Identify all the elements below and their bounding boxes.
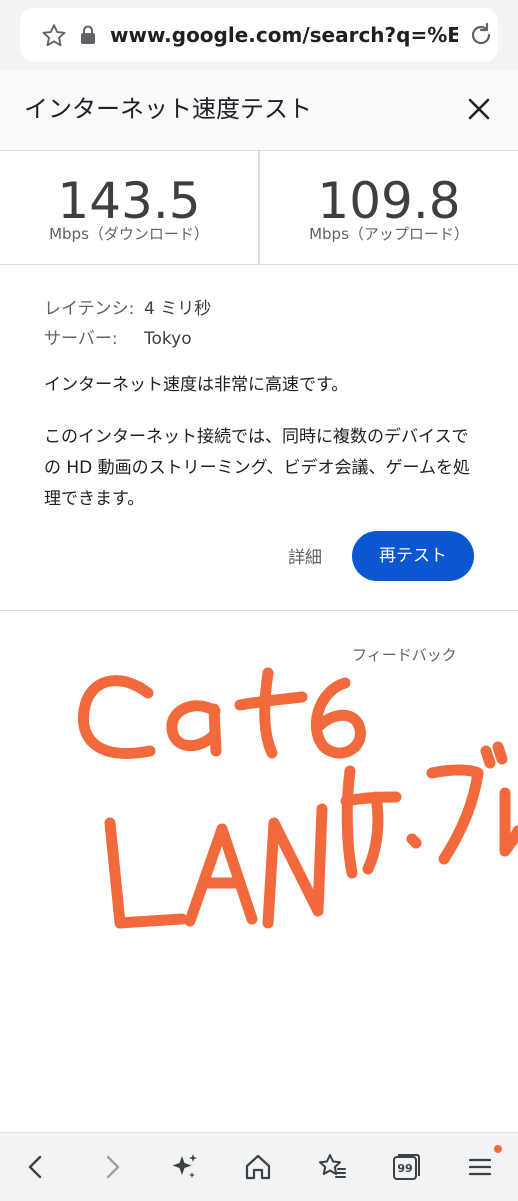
lock-icon xyxy=(81,25,95,44)
tab-count: 99 xyxy=(397,1162,413,1175)
tabs-button[interactable]: 99 xyxy=(390,1151,422,1183)
latency-value: 4 ミリ秒 xyxy=(144,299,212,319)
forward-icon[interactable] xyxy=(96,1151,128,1183)
download-unit: Mbps（ダウンロード） xyxy=(49,225,209,243)
speedtest-title: インターネット速度テスト xyxy=(24,95,312,123)
speed-results: 143.5 Mbps（ダウンロード） 109.8 Mbps（アップロード） xyxy=(0,151,518,265)
server-label: サーバー: xyxy=(44,329,118,349)
speed-description: このインターネット接続では、同時に複数のデバイスでの HD 動画のストリーミング… xyxy=(44,427,470,509)
menu-icon[interactable] xyxy=(464,1151,496,1183)
test-details: レイテンシ: 4 ミリ秒 サーバー: Tokyo xyxy=(44,294,484,354)
server-row: サーバー: Tokyo xyxy=(44,324,484,354)
retest-button[interactable]: 再テスト xyxy=(352,531,474,581)
bookmark-star-icon[interactable] xyxy=(40,22,68,50)
download-result: 143.5 Mbps（ダウンロード） xyxy=(0,151,258,264)
speed-summary: インターネット速度は非常に高速です。 xyxy=(44,375,349,395)
reload-icon[interactable] xyxy=(466,20,496,50)
speedtest-header: インターネット速度テスト xyxy=(0,70,518,151)
details-button[interactable]: 詳細 xyxy=(270,538,340,578)
url-text[interactable]: www.google.com/search?q=%E5 xyxy=(110,21,458,49)
latency-row: レイテンシ: 4 ミリ秒 xyxy=(44,294,484,324)
address-bar[interactable]: www.google.com/search?q=%E5 xyxy=(20,8,498,62)
ai-sparkle-icon[interactable] xyxy=(168,1151,200,1183)
bookmarks-icon[interactable] xyxy=(316,1151,348,1183)
back-icon[interactable] xyxy=(20,1151,52,1183)
bottom-navigation: 99 xyxy=(0,1132,518,1201)
browser-toolbar: www.google.com/search?q=%E5 xyxy=(0,0,518,70)
upload-unit: Mbps（アップロード） xyxy=(309,225,469,243)
notification-dot xyxy=(494,1145,502,1153)
close-icon[interactable] xyxy=(462,92,496,126)
upload-value: 109.8 xyxy=(317,172,461,230)
upload-result: 109.8 Mbps（アップロード） xyxy=(260,151,518,264)
latency-label: レイテンシ: xyxy=(44,299,135,319)
download-value: 143.5 xyxy=(57,172,201,230)
home-icon[interactable] xyxy=(242,1151,274,1183)
handwritten-annotation xyxy=(77,667,518,929)
server-value: Tokyo xyxy=(144,329,192,349)
